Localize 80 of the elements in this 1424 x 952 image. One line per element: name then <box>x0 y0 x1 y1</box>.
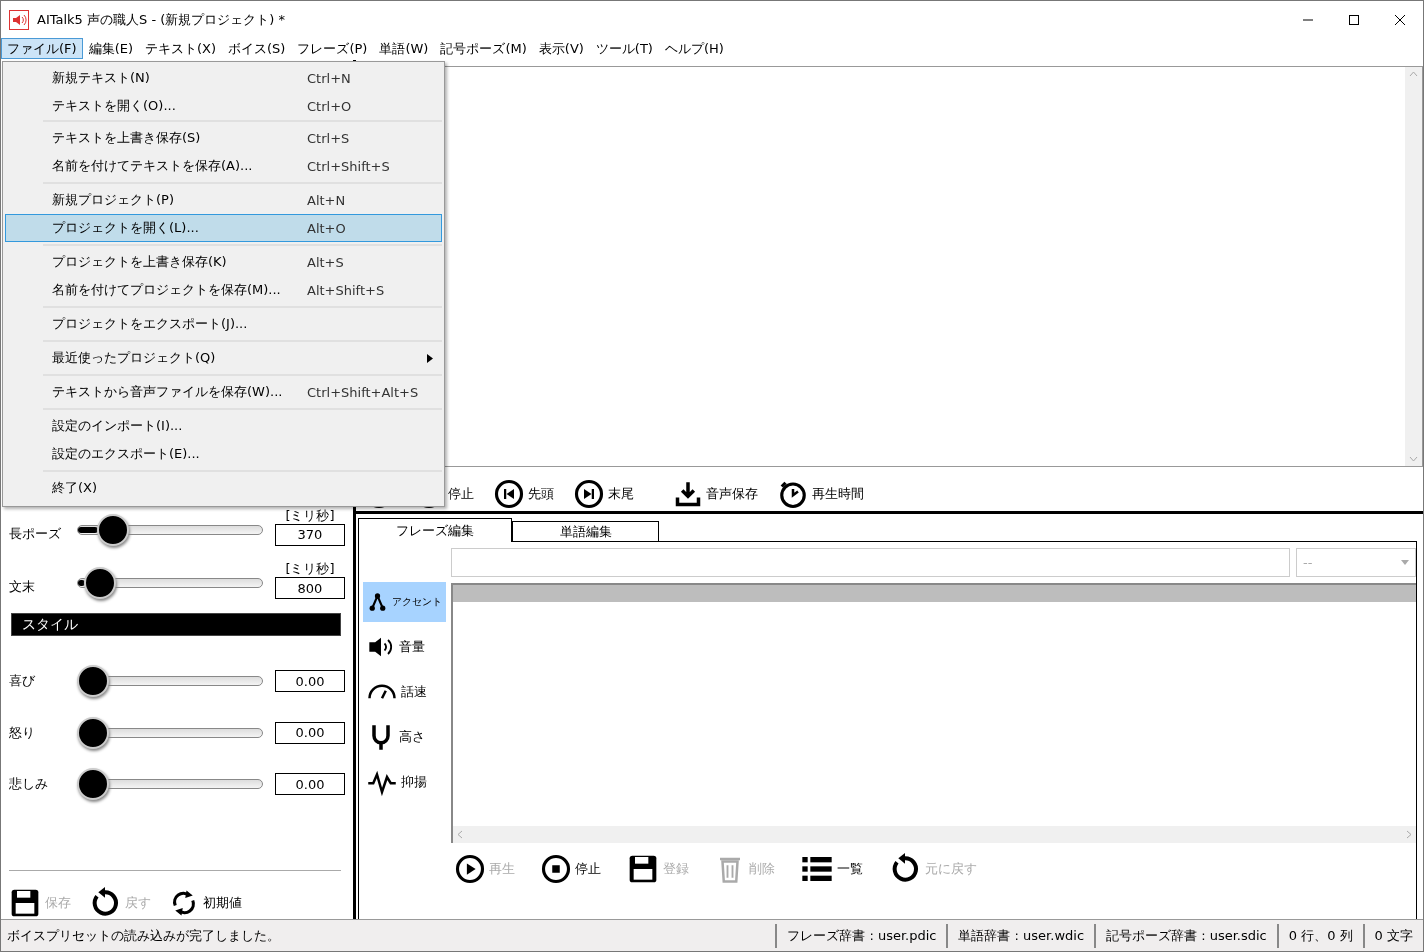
slider-label: 長ポーズ <box>9 524 62 543</box>
play-icon <box>455 854 485 884</box>
time-button[interactable]: 再生時間 <box>778 479 864 509</box>
section-header: スタイル <box>11 612 341 636</box>
menu-item[interactable]: 単語(W) <box>373 38 435 59</box>
side-tab[interactable]: 高さ <box>363 717 446 757</box>
tab[interactable]: フレーズ編集 <box>358 518 512 542</box>
maximize-icon <box>1348 13 1360 26</box>
horizontal-scrollbar[interactable] <box>453 826 1416 843</box>
menu-item[interactable]: ヘルプ(H) <box>658 38 730 59</box>
menu-entry[interactable]: プロジェクトを開く(L)... Alt+O <box>5 214 442 242</box>
reset-button[interactable]: 初期値 <box>169 888 242 918</box>
unit-label: [ミリ秒] <box>285 561 335 578</box>
menu-entry[interactable]: 終了(X) <box>5 474 442 502</box>
stopwatch-icon <box>778 479 808 509</box>
tab[interactable]: 単語編集 <box>512 521 659 542</box>
side-tab[interactable]: 音量 <box>363 627 446 667</box>
status-pane: 0 行、0 列 <box>1276 923 1363 948</box>
status-pane: 記号ポーズ辞書 : user.sdic <box>1094 923 1277 948</box>
vertical-scrollbar[interactable] <box>1405 67 1422 466</box>
menu-entry[interactable]: テキストを上書き保存(S) Ctrl+S <box>5 124 442 152</box>
menu-entry[interactable]: 名前を付けてテキストを保存(A)... Ctrl+Shift+S <box>5 152 442 180</box>
menu-entry[interactable]: プロジェクトをエクスポート(J)... <box>5 310 442 338</box>
stop-icon <box>541 854 571 884</box>
menu-entry[interactable]: テキストから音声ファイルを保存(W)... Ctrl+Shift+Alt+S <box>5 378 442 406</box>
value-field[interactable]: 800 <box>275 577 345 600</box>
menu-entry[interactable]: 設定のインポート(I)... <box>5 412 442 440</box>
stop-button[interactable]: 停止 <box>541 854 601 884</box>
menu-item[interactable]: ファイル(F) <box>1 38 83 59</box>
side-tab[interactable]: アクセント <box>363 582 446 622</box>
first-button[interactable]: 先頭 <box>494 479 554 509</box>
menu-entry[interactable]: プロジェクトを上書き保存(K) Alt+S <box>5 248 442 276</box>
menu-item[interactable]: 編集(E) <box>82 38 139 59</box>
menu-item[interactable]: 記号ポーズ(M) <box>434 38 533 59</box>
menu-entry[interactable]: 新規テキスト(N) Ctrl+N <box>5 64 442 92</box>
list-button[interactable]: 一覧 <box>801 853 863 885</box>
value-field[interactable]: 370 <box>275 523 345 546</box>
slider-thumb[interactable] <box>77 716 109 749</box>
scroll-right-icon <box>1406 830 1412 839</box>
scroll-down-icon <box>1409 456 1418 462</box>
scroll-up-icon <box>1409 71 1418 77</box>
menu-item[interactable]: ツール(T) <box>589 38 659 59</box>
slider-label: 文末 <box>9 578 36 597</box>
status-pane: フレーズ辞書 : user.pdic <box>775 923 947 948</box>
slider-label: 悲しみ <box>9 775 49 794</box>
value-field[interactable]: 0.00 <box>275 773 345 796</box>
app-speaker-icon <box>9 9 29 30</box>
export-button[interactable]: 音声保存 <box>674 480 758 508</box>
menu-entry[interactable]: テキストを開く(O)... Ctrl+O <box>5 92 442 120</box>
scroll-left-icon <box>457 830 463 839</box>
menu-entry[interactable]: 設定のエクスポート(E)... <box>5 440 442 468</box>
menu-item[interactable]: テキスト(X) <box>139 38 223 59</box>
value-field[interactable]: 0.00 <box>275 721 345 744</box>
menu-entry[interactable]: 新規プロジェクト(P) Alt+N <box>5 186 442 214</box>
menu-item[interactable]: ボイス(S) <box>222 38 292 59</box>
value-field[interactable]: 0.00 <box>275 670 345 693</box>
menu-entry[interactable]: 最近使ったプロジェクト(Q) <box>5 344 442 372</box>
last-button[interactable]: 末尾 <box>574 479 634 509</box>
slider-thumb[interactable] <box>77 665 109 698</box>
slider-thumb[interactable] <box>77 768 109 801</box>
close-icon <box>1394 13 1406 26</box>
skip-back-icon <box>494 479 524 509</box>
dropdown-caret-icon <box>1401 560 1409 565</box>
slider-label: 喜び <box>9 672 36 691</box>
unit-label: [ミリ秒] <box>285 507 335 524</box>
status-pane: 単語辞書 : user.wdic <box>946 923 1095 948</box>
skip-forward-icon <box>574 479 604 509</box>
side-tab[interactable]: 話速 <box>363 672 446 712</box>
window-title: AITalk5 声の職人S - (新規プロジェクト) * <box>37 10 286 29</box>
slider-label: 怒り <box>9 723 36 742</box>
menu-entry[interactable]: 名前を付けてプロジェクトを保存(M)... Alt+Shift+S <box>5 276 442 304</box>
phrase-input-field[interactable] <box>451 548 1290 577</box>
menu-item[interactable]: フレーズ(P) <box>291 38 374 59</box>
slider-thumb[interactable] <box>97 513 130 546</box>
side-tab[interactable]: 抑揚 <box>363 762 446 802</box>
download-icon <box>674 480 702 508</box>
menu-item[interactable]: 表示(V) <box>532 38 590 59</box>
slider-thumb[interactable] <box>84 567 117 600</box>
status-message: ボイスプリセットの読み込みが完了しました。 <box>6 926 281 945</box>
status-pane: 0 文字 <box>1362 923 1423 948</box>
